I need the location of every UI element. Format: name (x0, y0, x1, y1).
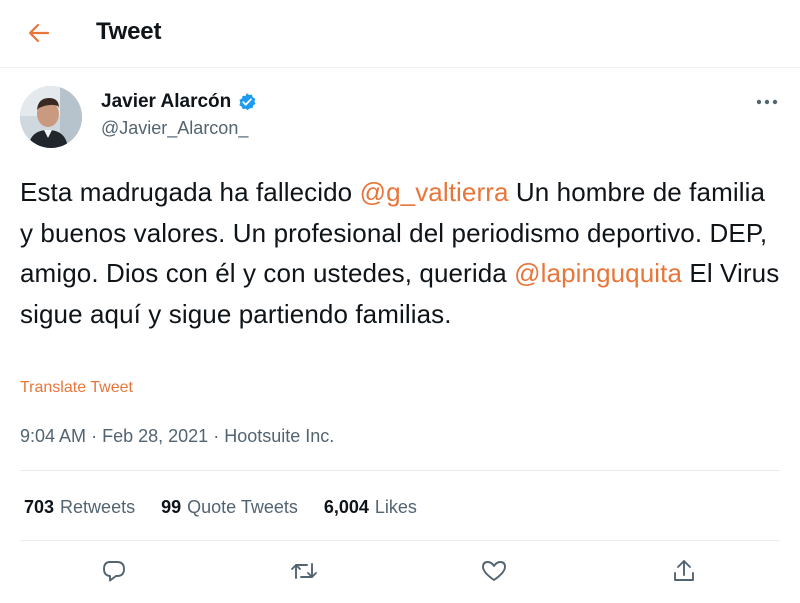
quote-tweets-count: 99 (161, 496, 182, 517)
page-title: Tweet (96, 18, 162, 45)
meta-separator: · (91, 426, 98, 446)
retweet-icon (291, 563, 317, 579)
author-name-text: Javier Alarcón (101, 91, 232, 112)
tweet-source[interactable]: Hootsuite Inc. (224, 426, 334, 446)
retweets-label: Retweets (60, 496, 136, 517)
avatar[interactable] (20, 86, 82, 148)
divider (20, 540, 780, 541)
share-button[interactable] (669, 556, 699, 586)
arrow-left-icon (28, 23, 50, 43)
more-options-button[interactable] (752, 92, 782, 112)
likes-label: Likes (374, 496, 417, 517)
translate-tweet-link[interactable]: Translate Tweet (20, 379, 133, 397)
likes-stat[interactable]: 6,004 Likes (324, 497, 417, 518)
quote-tweets-label: Quote Tweets (187, 496, 298, 517)
reply-icon (103, 561, 125, 582)
retweets-count: 703 (24, 496, 55, 517)
reply-button[interactable] (99, 556, 129, 586)
back-button[interactable] (20, 16, 58, 50)
more-horizontal-icon (756, 99, 778, 105)
tweet-page: Tweet Javier Alarcón @Javier_Alarcon_ Es… (0, 0, 800, 603)
avatar-image (20, 86, 82, 148)
author-name[interactable]: Javier Alarcón (101, 91, 257, 113)
quote-tweets-stat[interactable]: 99 Quote Tweets (161, 497, 298, 518)
header-bar: Tweet (0, 0, 800, 68)
tweet-time[interactable]: 9:04 AM (20, 426, 86, 446)
divider (20, 470, 780, 471)
tweet-text-segment: Esta madrugada ha fallecido (20, 177, 360, 207)
verified-badge-icon (239, 93, 256, 111)
mention-link[interactable]: @lapinguquita (514, 258, 682, 288)
heart-icon (482, 561, 506, 581)
retweet-button[interactable] (289, 556, 319, 586)
share-icon (674, 560, 694, 581)
tweet-date[interactable]: Feb 28, 2021 (102, 426, 208, 446)
likes-count: 6,004 (323, 496, 369, 517)
retweets-stat[interactable]: 703 Retweets (24, 497, 135, 518)
mention-link[interactable]: @g_valtierra (360, 177, 509, 207)
tweet-meta: 9:04 AM · Feb 28, 2021 · Hootsuite Inc. (20, 426, 334, 447)
like-button[interactable] (479, 556, 509, 586)
tweet-stats: 703 Retweets 99 Quote Tweets 6,004 Likes (24, 494, 417, 520)
author-handle[interactable]: @Javier_Alarcon_ (101, 118, 248, 139)
tweet-text: Esta madrugada ha fallecido @g_valtierra… (20, 172, 780, 334)
meta-separator: · (213, 426, 220, 446)
